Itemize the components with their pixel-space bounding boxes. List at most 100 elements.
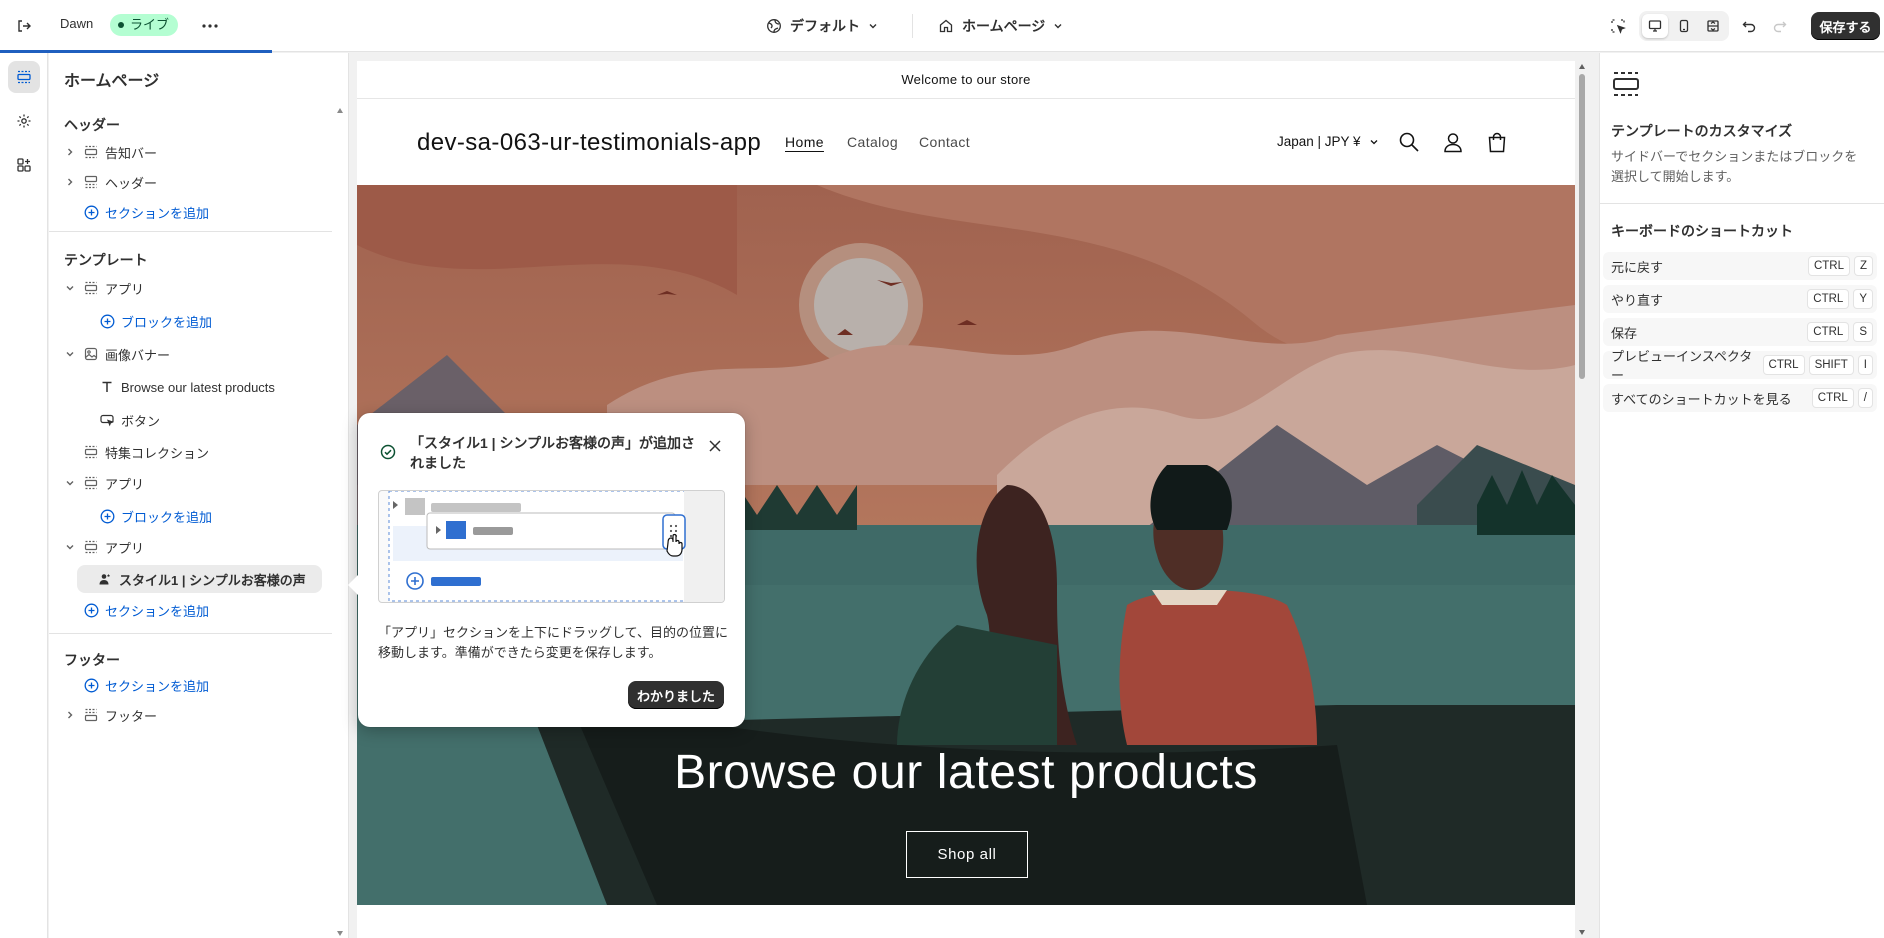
key: CTRL (1762, 355, 1805, 375)
nav-home[interactable]: Home (785, 134, 824, 150)
chevron-down-icon[interactable] (63, 543, 77, 551)
add-section-header-button[interactable]: セクションを追加 (83, 199, 209, 225)
shortcut-label: 保存 (1611, 325, 1638, 341)
footer-section-icon (83, 707, 99, 723)
plus-circle-icon (83, 677, 99, 693)
text-icon (99, 379, 115, 395)
section-app-1[interactable]: アプリ (63, 275, 144, 301)
add-section-template-button[interactable]: セクションを追加 (83, 597, 209, 623)
section-footer[interactable]: フッター (63, 702, 157, 728)
left-rail (0, 53, 48, 938)
gear-icon[interactable] (8, 105, 40, 137)
shop-all-button[interactable]: Shop all (906, 831, 1028, 878)
person-icon (97, 571, 113, 587)
apps-icon[interactable] (8, 149, 40, 181)
add-block-button[interactable]: ブロックを追加 (99, 503, 212, 529)
chevron-right-icon[interactable] (63, 710, 77, 720)
block-label: Browse our latest products (121, 379, 275, 395)
section-icon (83, 539, 99, 555)
cart-icon[interactable] (1486, 131, 1508, 153)
more-actions-icon[interactable] (198, 14, 222, 38)
section-announcement-bar[interactable]: 告知バー (63, 139, 157, 165)
key: CTRL (1811, 388, 1854, 408)
footer-group-label: フッター (64, 652, 120, 668)
chevron-down-icon[interactable] (63, 284, 77, 292)
divider (912, 14, 913, 38)
preview-scrollbar[interactable] (1577, 61, 1587, 938)
chevron-right-icon[interactable] (63, 147, 77, 157)
add-block-label: ブロックを追加 (121, 509, 213, 525)
chevron-right-icon[interactable] (63, 177, 77, 187)
block-added-popover: 「スタイル1 | シンプルお客様の声」が追加されました 「アプリ」セクションを上… (348, 413, 745, 727)
locale-selector[interactable]: Japan | JPY ¥ (1277, 134, 1379, 149)
chevron-down-icon (1370, 139, 1378, 144)
chevron-down-icon[interactable] (63, 350, 77, 358)
add-section-footer-button[interactable]: セクションを追加 (83, 672, 209, 698)
desktop-view-icon[interactable] (1642, 14, 1668, 38)
theme-setting-selector[interactable]: デフォルト (766, 13, 878, 39)
block-button[interactable]: ボタン (99, 407, 160, 433)
template-group-label: テンプレート (64, 252, 148, 268)
popover-title: 「スタイル1 | シンプルお客様の声」が追加されました (410, 435, 696, 471)
section-label: 告知バー (105, 145, 158, 161)
key: CTRL (1807, 289, 1850, 309)
block-heading[interactable]: Browse our latest products (99, 374, 275, 400)
divider (49, 231, 332, 232)
section-label: 画像バナー (105, 347, 171, 363)
add-block-button[interactable]: ブロックを追加 (99, 308, 212, 334)
save-button[interactable]: 保存する (1811, 12, 1880, 40)
top-bar: Dawn ライブ デフォルト ホームページ 保存する (0, 0, 1884, 53)
section-label: アプリ (105, 281, 145, 297)
section-featured-collection[interactable]: 特集コレクション (83, 439, 209, 465)
add-section-label: セクションを追加 (105, 678, 210, 694)
shortcut-row: 保存 CTRL S (1603, 318, 1877, 346)
chevron-down-icon[interactable] (63, 479, 77, 487)
chevron-down-icon (1054, 24, 1062, 29)
nav-contact[interactable]: Contact (919, 134, 970, 150)
popover-arrow (348, 575, 358, 595)
page-selector[interactable]: ホームページ (938, 13, 1063, 39)
section-header[interactable]: ヘッダー (63, 169, 157, 195)
section-label: ヘッダー (105, 175, 158, 191)
shortcut-row[interactable]: すべてのショートカットを見る CTRL / (1603, 384, 1877, 412)
drag-illustration-graphic (388, 491, 724, 602)
check-circle-icon (380, 444, 396, 460)
section-icon (83, 444, 99, 460)
section-app-2[interactable]: アプリ (63, 470, 144, 496)
full-width-view-icon[interactable] (1700, 14, 1726, 38)
undo-icon[interactable] (1737, 14, 1761, 38)
account-icon[interactable] (1442, 131, 1464, 153)
home-icon (939, 19, 953, 33)
section-app-3[interactable]: アプリ (63, 534, 144, 560)
key: CTRL (1807, 322, 1850, 342)
page-title: ホームページ (64, 73, 160, 90)
got-it-button[interactable]: わかりました (628, 681, 724, 709)
customize-description: サイドバーでセクションまたはブロックを選択して開始します。 (1611, 149, 1858, 184)
exit-icon[interactable] (12, 14, 36, 38)
inspector-icon[interactable] (1606, 14, 1630, 38)
sidebar-scrollbar[interactable] (336, 103, 344, 938)
locale-label: Japan | JPY ¥ (1277, 134, 1361, 149)
store-name[interactable]: dev-sa-063-ur-testimonials-app (417, 129, 761, 157)
shortcut-row: プレビューインスペクター CTRL SHIFT I (1603, 349, 1877, 383)
search-icon[interactable] (1398, 131, 1420, 153)
plus-circle-icon (99, 508, 115, 524)
live-badge: ライブ (110, 14, 179, 36)
drag-illustration (378, 490, 725, 603)
sections-icon[interactable] (8, 61, 40, 93)
section-image-banner[interactable]: 画像バナー (63, 341, 170, 367)
nav-catalog[interactable]: Catalog (847, 134, 898, 150)
close-icon[interactable] (704, 435, 726, 457)
theme-name: Dawn (60, 16, 94, 31)
block-testimonial-selected[interactable]: スタイル1 | シンプルお客様の声 (77, 565, 322, 593)
key: / (1857, 388, 1873, 408)
image-icon (83, 346, 99, 362)
key: Y (1853, 289, 1873, 309)
template-customize-icon (1611, 69, 1641, 99)
redo-icon[interactable] (1768, 14, 1792, 38)
mobile-view-icon[interactable] (1671, 14, 1697, 38)
plus-circle-icon (83, 602, 99, 618)
header-section-icon (83, 174, 99, 190)
section-label: 特集コレクション (105, 445, 210, 461)
viewport-toggle-group (1639, 11, 1729, 41)
